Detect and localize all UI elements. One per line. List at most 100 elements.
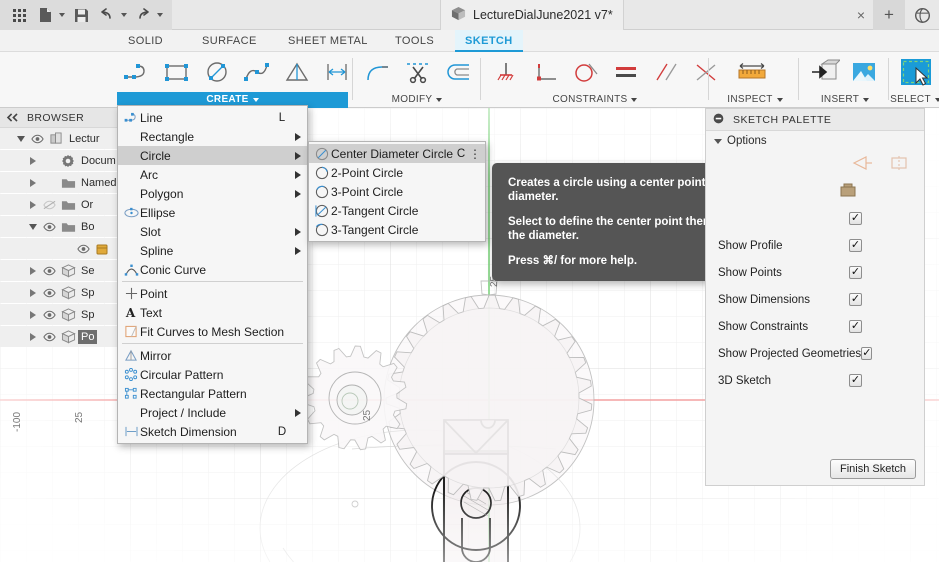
palette-option-checkbox[interactable]: ✓: [849, 239, 862, 252]
palette-option-show-profile[interactable]: Show Profile ✓: [706, 232, 924, 259]
browser-tree-node[interactable]: [0, 238, 125, 259]
create-menu-item-point[interactable]: Point: [118, 284, 307, 303]
document-tab[interactable]: LectureDialJune2021 v7*: [440, 0, 624, 30]
palette-option-show-points[interactable]: Show Points ✓: [706, 259, 924, 286]
create-menu-item-spline[interactable]: Spline: [118, 241, 307, 260]
visibility-eye-icon[interactable]: [40, 288, 58, 298]
undo-caret-icon[interactable]: [121, 13, 127, 17]
panel-constraints-label[interactable]: CONSTRAINTS: [486, 92, 704, 108]
construction-tool-icon[interactable]: [890, 155, 908, 174]
create-menu-item-slot[interactable]: Slot: [118, 222, 307, 241]
line-tool-icon[interactable]: [117, 54, 157, 90]
palette-row-linetype[interactable]: Linetype: [706, 151, 924, 178]
grid-apps-icon[interactable]: [6, 2, 32, 28]
panel-insert-label[interactable]: INSERT: [804, 92, 886, 108]
create-menu-item-circular-pattern[interactable]: Circular Pattern: [118, 365, 307, 384]
mirror-tool-icon[interactable]: [852, 155, 874, 174]
panel-inspect-label[interactable]: INSPECT: [714, 92, 796, 108]
palette-option-checkbox[interactable]: ✓: [849, 266, 862, 279]
create-menu-item-rectangular-pattern[interactable]: Rectangular Pattern: [118, 384, 307, 403]
create-menu-item-sketch-dimension[interactable]: Sketch Dimension D: [118, 422, 307, 441]
browser-tree-node[interactable]: Sp: [0, 282, 125, 303]
new-file-icon[interactable]: [32, 2, 58, 28]
dimension-tool-icon[interactable]: [317, 54, 357, 90]
ribbon-tab-sketch[interactable]: SKETCH: [455, 30, 523, 52]
visibility-eye-icon[interactable]: [40, 332, 58, 342]
trim-scissors-icon[interactable]: [398, 54, 438, 90]
circle-submenu-item-2-tangent-circle[interactable]: 2-Tangent Circle: [309, 201, 485, 220]
expand-arrow-right-icon[interactable]: [26, 332, 40, 341]
browser-tree-node[interactable]: Sp: [0, 304, 125, 325]
insert-image-icon[interactable]: [844, 54, 884, 90]
palette-option-show-dimensions[interactable]: Show Dimensions ✓: [706, 286, 924, 313]
browser-tree-node[interactable]: Bo: [0, 216, 125, 237]
redo-icon[interactable]: [130, 2, 156, 28]
expand-arrow-down-icon[interactable]: [26, 223, 40, 230]
collapse-left-icon[interactable]: [6, 111, 19, 125]
create-menu-item-circle[interactable]: Circle: [118, 146, 307, 165]
minimize-icon[interactable]: [713, 113, 724, 127]
expand-arrow-right-icon[interactable]: [26, 288, 40, 297]
parallel-constraint-icon[interactable]: [646, 54, 686, 90]
circle-submenu-item-center-diameter-circle[interactable]: Center Diameter Circle C ⋮: [309, 144, 485, 163]
options-section-header[interactable]: Options: [706, 131, 924, 151]
palette-option-checkbox[interactable]: ✓: [849, 374, 862, 387]
palette-row-lookat[interactable]: Look At: [706, 178, 924, 205]
browser-tree-node[interactable]: Docum: [0, 150, 125, 171]
browser-tree-node[interactable]: Named: [0, 172, 125, 193]
visibility-eye-icon[interactable]: [40, 310, 58, 320]
rectangle-tool-icon[interactable]: [157, 54, 197, 90]
expand-arrow-right-icon[interactable]: [26, 156, 40, 165]
palette-option-checkbox[interactable]: ✓: [849, 293, 862, 306]
create-menu-item-polygon[interactable]: Polygon: [118, 184, 307, 203]
create-menu-item-project-include[interactable]: Project / Include: [118, 403, 307, 422]
create-menu-item-text[interactable]: A Text: [118, 303, 307, 322]
insert-derive-icon[interactable]: [804, 54, 844, 90]
expand-arrow-right-icon[interactable]: [26, 178, 40, 187]
close-tab-button[interactable]: ×: [853, 7, 869, 23]
palette-option-show-constraints[interactable]: Show Constraints ✓: [706, 313, 924, 340]
save-icon[interactable]: [68, 2, 94, 28]
fillet-tool-icon[interactable]: [358, 54, 398, 90]
create-menu-item-ellipse[interactable]: Ellipse: [118, 203, 307, 222]
panel-modify-label[interactable]: MODIFY: [358, 92, 476, 108]
new-file-caret-icon[interactable]: [59, 13, 65, 17]
tangent-constraint-icon[interactable]: [566, 54, 606, 90]
palette-slice-checkbox[interactable]: ✓: [849, 212, 862, 225]
expand-arrow-right-icon[interactable]: [26, 200, 40, 209]
ribbon-tab-tools[interactable]: TOOLS: [385, 30, 444, 52]
measure-tool-icon[interactable]: [732, 54, 772, 90]
finish-sketch-button[interactable]: Finish Sketch: [829, 459, 916, 479]
circle-submenu-item-3-point-circle[interactable]: 3-Point Circle: [309, 182, 485, 201]
new-tab-button[interactable]: +: [873, 0, 905, 30]
select-cursor-icon[interactable]: [896, 54, 936, 90]
browser-tree-node[interactable]: Po: [0, 326, 125, 347]
fix-constraint-icon[interactable]: [486, 54, 526, 90]
help-globe-icon[interactable]: [907, 0, 937, 30]
visibility-eye-icon[interactable]: [40, 266, 58, 276]
visibility-eye-icon[interactable]: [74, 244, 92, 254]
create-menu-item-conic-curve[interactable]: Conic Curve: [118, 260, 307, 279]
palette-option-checkbox[interactable]: ✓: [861, 347, 873, 360]
visibility-eye-icon[interactable]: [40, 222, 58, 232]
panel-select-label[interactable]: SELECT: [890, 92, 939, 108]
palette-option-show-projected-geometries[interactable]: Show Projected Geometries ✓: [706, 340, 924, 367]
create-menu-item-rectangle[interactable]: Rectangle: [118, 127, 307, 146]
browser-tree-node[interactable]: Lectur: [0, 128, 125, 149]
ribbon-tab-sheet-metal[interactable]: SHEET METAL: [278, 30, 378, 52]
create-menu-item-line[interactable]: Line L: [118, 108, 307, 127]
circle-tool-icon[interactable]: [197, 54, 237, 90]
create-menu-item-fit-curves-to-mesh-section[interactable]: Fit Curves to Mesh Section: [118, 322, 307, 341]
visibility-off-icon[interactable]: [40, 200, 58, 210]
undo-icon[interactable]: [94, 2, 120, 28]
expand-arrow-right-icon[interactable]: [26, 266, 40, 275]
perpendicular-constraint-icon[interactable]: [526, 54, 566, 90]
equal-constraint-icon[interactable]: [606, 54, 646, 90]
palette-option-3d-sketch[interactable]: 3D Sketch ✓: [706, 367, 924, 394]
slice-tool-icon[interactable]: [838, 182, 858, 201]
ribbon-tab-surface[interactable]: SURFACE: [192, 30, 267, 52]
create-menu-item-arc[interactable]: Arc: [118, 165, 307, 184]
browser-tree-node[interactable]: Or: [0, 194, 125, 215]
polygon-tool-icon[interactable]: [277, 54, 317, 90]
browser-tree-node[interactable]: Se: [0, 260, 125, 281]
